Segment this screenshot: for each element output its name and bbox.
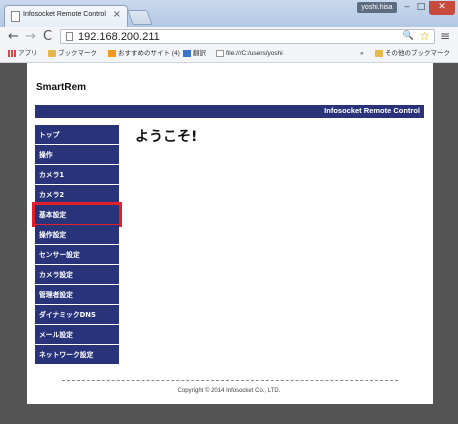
file-page-icon	[216, 49, 224, 57]
new-tab-button[interactable]	[127, 10, 153, 25]
sidebar-item-label: トップ	[39, 131, 60, 139]
bookmark-other[interactable]: その他のブックマーク	[375, 48, 450, 59]
sidebar-item-label: カメラ2	[39, 191, 65, 199]
sidebar-item-label: 管理者設定	[39, 291, 73, 299]
bookmark-folder[interactable]: ブックマーク	[48, 48, 97, 59]
browser-toolbar: ← → C 192.168.200.211 🔍 ☆ ≡	[0, 27, 458, 47]
copyright-footer: Copyright © 2014 Infosocket Co., LTD.	[177, 388, 281, 394]
sidebar-item-label: メール設定	[39, 331, 73, 339]
minimize-button[interactable]: ‒	[400, 1, 414, 15]
page-favicon-icon	[11, 11, 20, 22]
recommended-site-icon	[108, 49, 116, 57]
sidebar-item-basic-settings[interactable]: 基本設定	[32, 202, 122, 227]
sidebar-item-sensor-settings[interactable]: センサー設定	[35, 245, 119, 264]
sidebar-item-label: 操作設定	[39, 231, 67, 239]
sidebar-item-camera-settings[interactable]: カメラ設定	[35, 265, 119, 284]
sidebar-item-label: センサー設定	[39, 251, 80, 259]
sidebar-item-top[interactable]: トップ	[35, 125, 119, 144]
zoom-icon[interactable]: 🔍	[403, 31, 414, 41]
welcome-heading: ようこそ!	[135, 129, 198, 145]
folder-icon	[375, 49, 383, 57]
forward-arrow-icon[interactable]: →	[25, 29, 36, 44]
folder-icon	[48, 49, 56, 57]
sidebar-item-camera2[interactable]: カメラ2	[35, 185, 119, 204]
address-bar[interactable]: 192.168.200.211 🔍 ☆	[60, 29, 435, 44]
maximize-button[interactable]: □	[414, 1, 428, 15]
apps-grid-icon	[8, 49, 16, 57]
back-arrow-icon[interactable]: ←	[8, 29, 19, 44]
sidebar-item-operation-settings[interactable]: 操作設定	[35, 225, 119, 244]
page-icon	[66, 32, 73, 41]
header-banner: Infosocket Remote Control	[35, 105, 424, 118]
banner-title: Infosocket Remote Control	[324, 106, 420, 115]
close-window-button[interactable]: ✕	[429, 1, 455, 15]
sidebar-item-label: ダイナミックDNS	[39, 311, 96, 319]
bookmarks-more[interactable]: »	[360, 48, 364, 59]
tab-title: Infosocket Remote Control	[23, 11, 106, 18]
sidebar-item-camera1[interactable]: カメラ1	[35, 165, 119, 184]
browser-tab[interactable]: Infosocket Remote Control ×	[4, 5, 128, 27]
sidebar-item-dynamic-dns[interactable]: ダイナミックDNS	[35, 305, 119, 324]
sidebar-nav: トップ 操作 カメラ1 カメラ2 基本設定 操作設定 センサー設定 カメラ設定 …	[32, 125, 122, 365]
sidebar-item-label: 操作	[39, 151, 53, 159]
footer-divider	[62, 380, 398, 381]
title-bar: Infosocket Remote Control × yoshi.hisa ‒…	[0, 0, 458, 27]
sidebar-item-admin-settings[interactable]: 管理者設定	[35, 285, 119, 304]
tab-close-icon[interactable]: ×	[113, 9, 121, 20]
bookmark-star-icon[interactable]: ☆	[419, 29, 430, 43]
sidebar-item-label: カメラ1	[39, 171, 65, 179]
sidebar-item-network-settings[interactable]: ネットワーク設定	[35, 345, 119, 364]
address-url[interactable]: 192.168.200.211	[78, 30, 160, 44]
bookmark-recommended[interactable]: おすすめのサイト (4)	[108, 48, 180, 59]
browser-window: Infosocket Remote Control × yoshi.hisa ‒…	[0, 0, 458, 424]
translate-icon	[183, 49, 191, 57]
sidebar-item-label: カメラ設定	[39, 271, 73, 279]
bookmark-apps[interactable]: アプリ	[8, 48, 38, 59]
reload-icon[interactable]: C	[43, 29, 52, 44]
bookmark-translate[interactable]: 翻訳	[183, 48, 206, 59]
bookmark-file[interactable]: file:///C:/users/yoshi	[216, 48, 283, 59]
sidebar-item-mail-settings[interactable]: メール設定	[35, 325, 119, 344]
sidebar-item-label: 基本設定	[39, 211, 67, 219]
sidebar-item-operation[interactable]: 操作	[35, 145, 119, 164]
site-title: SmartRem	[36, 82, 87, 93]
sidebar-item-label: ネットワーク設定	[39, 351, 94, 359]
user-profile-button[interactable]: yoshi.hisa	[357, 2, 397, 13]
menu-icon[interactable]: ≡	[440, 29, 450, 43]
bookmarks-bar: アプリ ブックマーク おすすめのサイト (4) 翻訳 file:///C:/us…	[0, 46, 458, 63]
